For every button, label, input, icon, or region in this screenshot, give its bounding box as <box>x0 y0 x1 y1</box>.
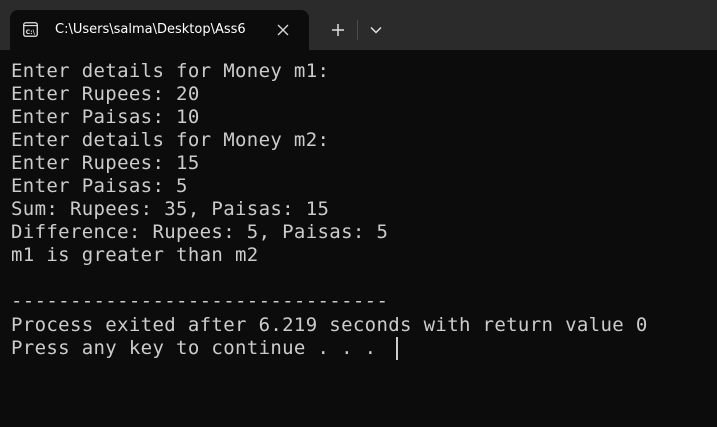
svg-text:C:\: C:\ <box>26 29 36 36</box>
process-exit-line: Process exited after 6.219 seconds with … <box>11 314 648 336</box>
terminal-line: Sum: Rupees: 35, Paisas: 15 <box>11 198 330 220</box>
terminal-line: Enter details for Money m2: <box>11 129 330 151</box>
terminal-line: Enter Rupees: 15 <box>11 152 200 174</box>
terminal-output[interactable]: Enter details for Money m1: Enter Rupees… <box>0 50 717 427</box>
text-cursor <box>396 337 398 360</box>
tab-title: C:\Users\salma\Desktop\Ass6 <box>55 22 246 37</box>
terminal-window: C:\ C:\Users\salma\Desktop\Ass6 Enter de… <box>0 0 717 427</box>
terminal-line: Enter Rupees: 20 <box>11 83 200 105</box>
continue-prompt-line: Press any key to continue . . . <box>11 337 377 359</box>
terminal-line: Enter Paisas: 10 <box>11 106 200 128</box>
tab-divider <box>357 20 358 40</box>
plus-icon[interactable] <box>322 15 354 45</box>
close-icon[interactable] <box>273 20 293 40</box>
chevron-down-icon[interactable] <box>361 15 391 45</box>
terminal-line: Enter details for Money m1: <box>11 60 330 82</box>
terminal-line: Enter Paisas: 5 <box>11 175 188 197</box>
tab-terminal[interactable]: C:\ C:\Users\salma\Desktop\Ass6 <box>10 10 309 50</box>
terminal-line: Difference: Rupees: 5, Paisas: 5 <box>11 221 389 243</box>
separator-line: -------------------------------- <box>11 290 389 312</box>
terminal-icon: C:\ <box>23 22 38 37</box>
title-bar: C:\ C:\Users\salma\Desktop\Ass6 <box>0 0 717 50</box>
terminal-line: m1 is greater than m2 <box>11 244 259 266</box>
